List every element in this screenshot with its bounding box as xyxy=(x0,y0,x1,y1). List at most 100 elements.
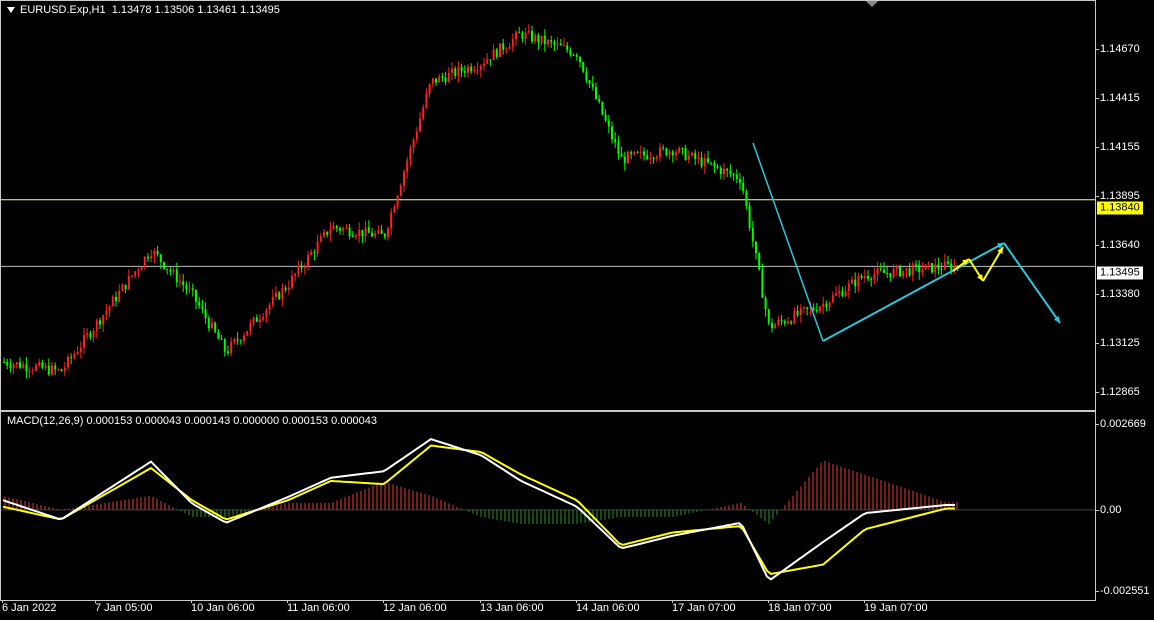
candle-body xyxy=(713,162,716,167)
macd-indicator-pane[interactable]: MACD(12,26,9) 0.000153 0.000043 0.000143… xyxy=(0,411,1096,601)
time-axis[interactable]: 6 Jan 2022 7 Jan 05:00 10 Jan 06:00 11 J… xyxy=(0,600,1096,620)
candle-body xyxy=(803,307,805,309)
candle-body xyxy=(294,273,297,276)
candle-body xyxy=(796,310,799,316)
candle-body xyxy=(553,41,556,45)
candle-body xyxy=(243,335,245,341)
candle-body xyxy=(316,241,319,254)
candle-body xyxy=(582,62,585,72)
candle-body xyxy=(415,131,418,140)
candle-body xyxy=(831,295,834,303)
price-tick: 1.14670 xyxy=(1096,43,1140,55)
candle-body xyxy=(585,71,588,81)
candle-body xyxy=(47,365,50,375)
candle-body xyxy=(307,254,309,267)
candle-body xyxy=(844,291,847,297)
candle-body xyxy=(435,78,437,83)
candle-body xyxy=(767,309,770,324)
candle-body xyxy=(412,139,415,148)
candle-body xyxy=(422,107,425,119)
candle-body xyxy=(873,274,876,280)
candle-body xyxy=(371,232,373,237)
candle-body xyxy=(751,227,754,242)
candle-body xyxy=(611,126,613,140)
candle-body xyxy=(175,269,178,283)
candle-body xyxy=(262,317,265,320)
candle-body xyxy=(335,225,338,229)
time-label: 10 Jan 06:00 xyxy=(191,600,255,614)
candle-body xyxy=(271,296,274,305)
candle-body xyxy=(259,319,261,322)
candle-body xyxy=(134,271,137,276)
price-tick: 1.13640 xyxy=(1096,239,1140,251)
trading-chart-window[interactable]: EURUSD.Exp,H1 1.13478 1.13506 1.13461 1.… xyxy=(0,0,1154,620)
candle-body xyxy=(150,255,153,259)
candle-body xyxy=(681,147,684,149)
time-label: 11 Jan 06:00 xyxy=(287,600,350,614)
horizontal-line-price-label: 1.13840 xyxy=(1097,201,1143,215)
candle-body xyxy=(486,59,489,64)
candle-body xyxy=(678,147,681,153)
candle-body xyxy=(54,365,57,370)
candle-body xyxy=(310,252,313,255)
candle-body xyxy=(447,72,450,83)
candle-body xyxy=(92,330,95,338)
candle-body xyxy=(703,158,706,167)
candle-body xyxy=(319,236,322,242)
candle-body xyxy=(265,309,268,318)
candle-body xyxy=(236,339,239,341)
candle-body xyxy=(812,307,815,310)
candle-body xyxy=(838,291,841,294)
candle-body xyxy=(857,275,860,287)
candle-body xyxy=(22,364,25,368)
candle-body xyxy=(67,356,69,368)
candle-body xyxy=(284,288,287,290)
candle-body xyxy=(41,362,44,368)
candlestick-chart[interactable] xyxy=(1,1,1096,411)
candle-body xyxy=(607,120,610,127)
candle-body xyxy=(771,323,773,329)
candle-body xyxy=(863,276,866,278)
candle-body xyxy=(108,306,111,311)
candle-body xyxy=(793,310,796,324)
candle-body xyxy=(169,269,172,272)
candle-body xyxy=(406,160,409,172)
candle-body xyxy=(511,38,514,47)
candle-body xyxy=(121,284,124,292)
candle-body xyxy=(684,148,687,160)
price-chart-pane[interactable]: EURUSD.Exp,H1 1.13478 1.13506 1.13461 1.… xyxy=(0,0,1096,411)
candle-body xyxy=(12,364,15,368)
candle-body xyxy=(323,231,325,237)
candle-body xyxy=(764,297,767,310)
candle-body xyxy=(643,151,645,156)
macd-chart[interactable] xyxy=(1,412,1096,601)
price-axis[interactable]: 1.14670 1.14415 1.14155 1.13895 1.13640 … xyxy=(1095,0,1154,601)
candle-body xyxy=(377,230,380,234)
candle-body xyxy=(153,250,156,256)
candle-body xyxy=(572,54,575,56)
price-tick: 1.13125 xyxy=(1096,337,1140,349)
candle-body xyxy=(729,170,732,174)
time-label: 7 Jan 05:00 xyxy=(95,600,153,614)
candle-body xyxy=(732,173,735,175)
candle-body xyxy=(38,362,41,366)
candle-body xyxy=(927,263,930,265)
candle-body xyxy=(3,361,5,363)
candle-body xyxy=(188,288,191,290)
dropdown-triangle-icon[interactable] xyxy=(7,7,15,14)
candle-body xyxy=(454,68,457,76)
candle-body xyxy=(940,268,943,270)
chart-title: EURUSD.Exp,H1 1.13478 1.13506 1.13461 1.… xyxy=(7,4,280,16)
candle-body xyxy=(761,269,764,298)
candle-body xyxy=(383,233,386,237)
pattern-leg-down xyxy=(752,142,824,342)
candle-body xyxy=(614,139,617,143)
time-label: 6 Jan 2022 xyxy=(2,600,57,614)
candle-body xyxy=(105,310,108,316)
candle-body xyxy=(822,303,825,307)
candle-body xyxy=(348,227,351,236)
candle-body xyxy=(195,289,197,302)
candle-body xyxy=(854,279,857,287)
macd-label: MACD(12,26,9) 0.000153 0.000043 0.000143… xyxy=(7,415,378,427)
candle-body xyxy=(115,296,117,302)
